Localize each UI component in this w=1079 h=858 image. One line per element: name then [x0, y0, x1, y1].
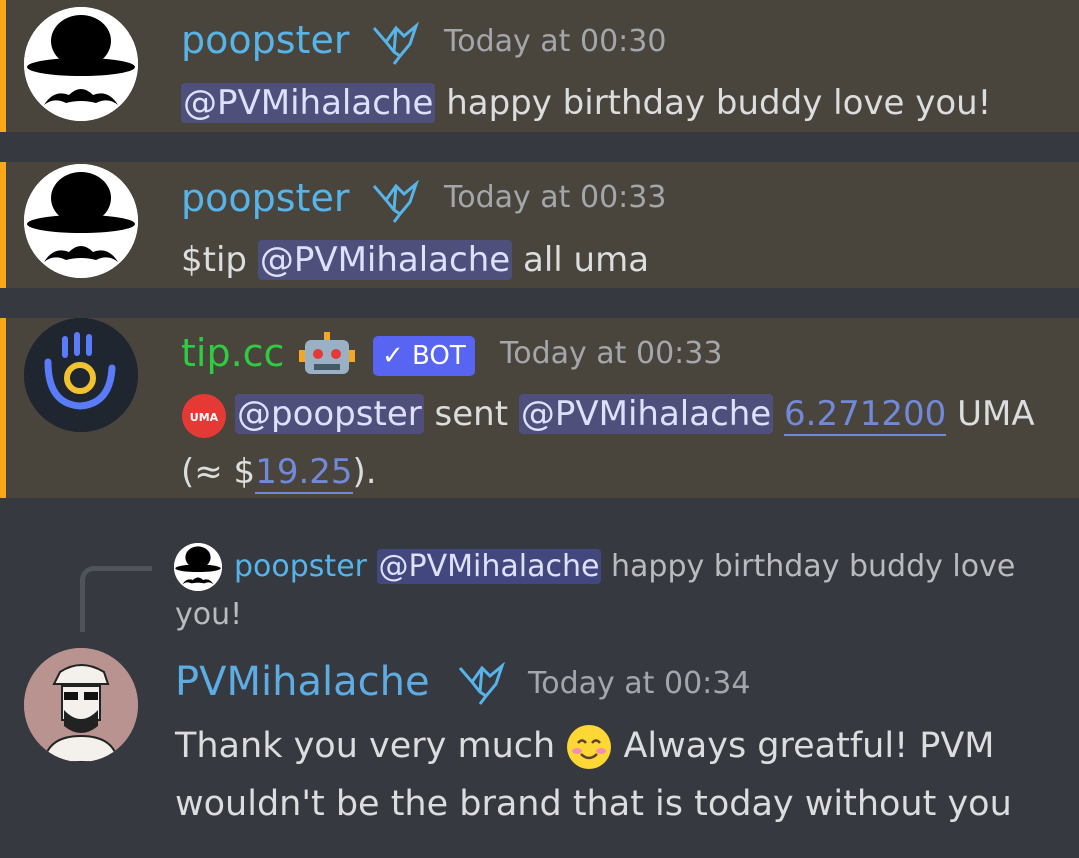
message-text: all uma	[523, 240, 650, 280]
message-3: tip.cc ✓ BOT Today at 00:33 UMA @poopste…	[0, 318, 1079, 498]
reply-connector	[80, 566, 152, 632]
message-content: $tip @PVMihalache all uma	[181, 238, 649, 282]
usd-prefix: (≈ $	[181, 452, 256, 492]
sent-text: sent	[434, 394, 509, 434]
poopster-avatar[interactable]	[24, 164, 138, 278]
bird-badge-icon	[372, 22, 419, 65]
character-sketch-icon	[24, 648, 138, 762]
author-name[interactable]: tip.cc	[181, 331, 284, 375]
bowler-hat-mustache-icon	[24, 7, 138, 121]
bowler-hat-mustache-icon	[24, 164, 138, 278]
reply-text: happy birthday buddy love	[611, 549, 1016, 584]
author-name[interactable]: poopster	[181, 18, 349, 62]
author-name[interactable]: PVMihalache	[175, 660, 430, 704]
bird-badge-icon	[458, 662, 505, 705]
timestamp: Today at 00:33	[500, 336, 723, 371]
robot-emoji-icon	[299, 332, 355, 374]
message-content-line2: wouldn't be the brand that is today with…	[175, 784, 1012, 824]
uma-token-icon: UMA	[182, 393, 226, 438]
reply-text-wrap: you!	[175, 597, 243, 632]
message-content: UMA @poopster sent @PVMihalache 6.271200…	[181, 392, 1035, 439]
message-text: Thank you very much	[175, 726, 556, 766]
timestamp: Today at 00:34	[528, 666, 751, 701]
message-text: happy birthday buddy love you!	[446, 83, 992, 123]
sender-mention[interactable]: @poopster	[235, 394, 424, 434]
user-mention[interactable]: @PVMihalache	[257, 240, 513, 280]
bot-badge: ✓ BOT	[373, 336, 475, 376]
timestamp: Today at 00:30	[444, 24, 667, 59]
usd-line: (≈ $19.25).	[181, 450, 377, 494]
message-2: poopster Today at 00:33 $tip @PVMihalach…	[0, 162, 1079, 288]
tip-command: $tip	[181, 240, 247, 280]
bowler-hat-mustache-icon	[174, 543, 222, 591]
message-text: Always greatful! PVM	[623, 726, 995, 766]
reply-avatar[interactable]	[174, 543, 222, 591]
reply-author[interactable]: poopster	[234, 549, 367, 584]
hand-coin-icon	[24, 318, 138, 432]
timestamp: Today at 00:33	[444, 180, 667, 215]
tipcc-avatar[interactable]	[24, 318, 138, 432]
usd-link[interactable]: 19.25	[255, 452, 353, 494]
bird-badge-icon	[372, 180, 419, 223]
smiling-blush-emoji-icon	[567, 725, 612, 769]
message-1: poopster Today at 00:30 @PVMihalache hap…	[0, 0, 1079, 132]
amount-link[interactable]: 6.271200	[784, 394, 947, 436]
svg-text:UMA: UMA	[190, 411, 219, 424]
reply-mention[interactable]: @PVMihalache	[376, 549, 602, 584]
author-name[interactable]: poopster	[181, 176, 349, 220]
pvmihalache-avatar[interactable]	[24, 648, 138, 762]
reply-preview[interactable]: poopster @PVMihalache happy birthday bud…	[234, 544, 1015, 590]
user-mention[interactable]: @PVMihalache	[181, 83, 436, 123]
usd-suffix: ).	[352, 452, 377, 492]
message-content: @PVMihalache happy birthday buddy love y…	[181, 81, 991, 125]
poopster-avatar[interactable]	[24, 7, 138, 121]
message-content: Thank you very much Always greatful! PVM	[175, 724, 994, 770]
unit-text: UMA	[957, 394, 1035, 434]
recipient-mention[interactable]: @PVMihalache	[518, 394, 774, 434]
